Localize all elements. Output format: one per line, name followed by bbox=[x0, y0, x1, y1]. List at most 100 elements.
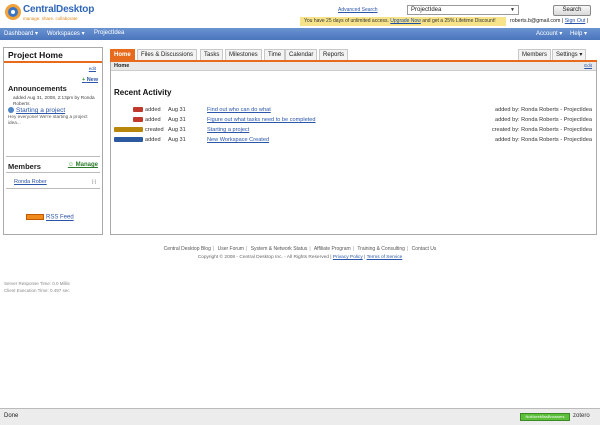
separator: | bbox=[212, 246, 215, 252]
rss-icon bbox=[26, 214, 44, 220]
activity-verb: added bbox=[145, 137, 161, 143]
promo-tail: and get a 25% Lifetime Discount! bbox=[420, 18, 496, 24]
activity-date: Aug 31 bbox=[168, 117, 186, 123]
search-scope-value: ProjectIdea bbox=[411, 7, 442, 13]
activity-verb: created bbox=[145, 127, 164, 133]
footer-links: Central Desktop Blog | User Forum | System… bbox=[0, 246, 600, 252]
members-title: Members bbox=[8, 162, 41, 171]
nav-help[interactable]: Help ▾ bbox=[570, 30, 587, 37]
top-nav-bar: Dashboard ▾ Workspaces ▾ ProjectIdea Acc… bbox=[0, 28, 600, 40]
footer-copyright: Copyright © 2008 - Central Desktop Inc. … bbox=[0, 255, 600, 260]
footer-link-status[interactable]: System & Network Status bbox=[251, 246, 308, 252]
todo-badge-icon bbox=[133, 107, 143, 112]
announcement-body: Hey everyone! We're starting a project i… bbox=[8, 114, 88, 125]
divider bbox=[6, 188, 100, 189]
activity-row: added Aug 31 Figure out what tasks need … bbox=[111, 116, 596, 124]
tab-calendar[interactable]: Calendar bbox=[285, 49, 318, 60]
divider bbox=[6, 156, 100, 157]
plus-icon: + bbox=[81, 77, 86, 83]
rss-label: RSS Feed bbox=[46, 214, 74, 221]
server-info: Server Response Time: 0.0 Millis Client … bbox=[4, 280, 70, 294]
activity-row: added Aug 31 New Workspace Created added… bbox=[111, 136, 596, 144]
manage-label: Manage bbox=[75, 162, 98, 168]
edit-link[interactable]: Edit bbox=[584, 63, 592, 68]
upgrade-link[interactable]: Upgrade Now bbox=[390, 18, 421, 24]
tab-tasks[interactable]: Tasks bbox=[200, 49, 224, 60]
browser-status-bar: Done NoMoreMissBrowsers zotero bbox=[0, 408, 600, 425]
activity-author: added by: Ronda Roberts - ProjectIdea bbox=[494, 107, 592, 113]
tab-settings[interactable]: Settings ▾ bbox=[552, 49, 587, 60]
footer-link-contact[interactable]: Contact Us bbox=[412, 246, 437, 252]
activity-date: Aug 31 bbox=[168, 107, 186, 113]
announcement-link[interactable]: Starting a project bbox=[8, 107, 65, 114]
announcements-title: Announcements bbox=[8, 84, 67, 93]
activity-row: created Aug 31 Starting a project create… bbox=[111, 126, 596, 134]
panel-title: Project Home bbox=[8, 50, 63, 60]
activity-title-link[interactable]: New Workspace Created bbox=[207, 136, 269, 144]
chevron-down-icon: ▼ bbox=[510, 7, 515, 13]
logo-tagline: manage. share. collaborate bbox=[23, 16, 78, 21]
main-panel: Home Edit Recent Activity added Aug 31 F… bbox=[110, 62, 597, 235]
tab-members[interactable]: Members bbox=[518, 49, 552, 60]
breadcrumb-home: Home bbox=[114, 63, 130, 69]
footer-link-forum[interactable]: User Forum bbox=[218, 246, 244, 252]
activity-title-link[interactable]: Starting a project bbox=[207, 126, 249, 134]
activity-date: Aug 31 bbox=[168, 137, 186, 143]
tab-time[interactable]: Time bbox=[264, 49, 286, 60]
separator: | bbox=[245, 246, 248, 252]
tab-reports[interactable]: Reports bbox=[319, 49, 349, 60]
terms-link[interactable]: Terms of Service bbox=[367, 255, 403, 260]
edit-link[interactable]: edit bbox=[89, 66, 96, 71]
project-home-panel: Project Home edit + New Announcements ad… bbox=[3, 47, 103, 235]
separator: | bbox=[309, 246, 311, 252]
activity-author: created by: Ronda Roberts - ProjectIdea bbox=[491, 127, 592, 133]
announcement-title: Starting a project bbox=[16, 107, 66, 114]
nav-current-workspace[interactable]: ProjectIdea bbox=[94, 30, 124, 36]
activity-row: added Aug 31 Find out who can do what ad… bbox=[111, 106, 596, 114]
tab-milestones[interactable]: Milestones bbox=[225, 49, 262, 60]
nav-workspaces[interactable]: Workspaces ▾ bbox=[47, 30, 85, 37]
activity-verb: added bbox=[145, 117, 161, 123]
tab-home[interactable]: Home bbox=[110, 49, 135, 60]
addon-badge[interactable]: NoMoreMissBrowsers bbox=[520, 413, 570, 421]
activity-author: added by: Ronda Roberts - ProjectIdea bbox=[494, 137, 592, 143]
new-announcement-link[interactable]: + New bbox=[82, 77, 98, 83]
activity-author: added by: Ronda Roberts - ProjectIdea bbox=[494, 117, 592, 123]
promo-text: You have 25 days of unlimited access. bbox=[304, 18, 391, 24]
footer-link-blog[interactable]: Central Desktop Blog bbox=[164, 246, 211, 252]
sign-out-sep: | bbox=[585, 18, 589, 24]
activity-title-link[interactable]: Find out who can do what bbox=[207, 106, 271, 114]
advanced-search-link[interactable]: Advanced Search bbox=[338, 7, 377, 13]
announcement-icon bbox=[8, 107, 14, 114]
copyright-text: Copyright © 2008 - Central Desktop Inc. … bbox=[197, 255, 329, 260]
breadcrumb: Home Edit bbox=[111, 62, 596, 71]
footer-link-affiliate[interactable]: Affiliate Program bbox=[314, 246, 351, 252]
server-response-time: Server Response Time: 0.0 Millis bbox=[4, 281, 70, 286]
tab-files-discussions[interactable]: Files & Discussions bbox=[137, 49, 198, 60]
nav-account[interactable]: Account ▾ bbox=[536, 30, 562, 37]
recent-activity-title: Recent Activity bbox=[114, 88, 172, 97]
privacy-policy-link[interactable]: Privacy Policy bbox=[333, 255, 363, 260]
rss-feed-link[interactable]: RSS Feed bbox=[26, 214, 74, 221]
nav-dashboard[interactable]: Dashboard ▾ bbox=[4, 30, 38, 37]
title-rule bbox=[4, 61, 102, 63]
activity-verb: added bbox=[145, 107, 161, 113]
user-email: roberts.b@gmail.com bbox=[510, 18, 561, 24]
footer-link-training[interactable]: Training & Consulting bbox=[357, 246, 405, 252]
logo[interactable]: CentralDesktop manage. share. collaborat… bbox=[4, 3, 94, 25]
search-scope-select[interactable]: ProjectIdea ▼ bbox=[407, 5, 519, 15]
sign-out-link[interactable]: Sign Out bbox=[565, 18, 586, 24]
search-button[interactable]: Search bbox=[553, 5, 591, 16]
client-execution-time: Client Execution Time: 0.497 sec bbox=[4, 288, 70, 293]
activity-title-link[interactable]: Figure out what tasks need to be complet… bbox=[207, 116, 316, 124]
announcement-badge-icon bbox=[114, 127, 143, 132]
promo-banner: You have 25 days of unlimited access. Up… bbox=[300, 17, 506, 26]
activity-date: Aug 31 bbox=[168, 127, 186, 133]
member-name[interactable]: Ronda Rober bbox=[14, 179, 47, 185]
manage-members-link[interactable]: ☺ Manage bbox=[68, 162, 98, 168]
logo-mark-icon bbox=[5, 4, 21, 20]
separator: | bbox=[352, 246, 354, 252]
zotero-button[interactable]: zotero bbox=[573, 413, 590, 419]
member-edit[interactable]: [-] bbox=[92, 179, 96, 184]
logo-name: CentralDesktop bbox=[23, 4, 95, 15]
